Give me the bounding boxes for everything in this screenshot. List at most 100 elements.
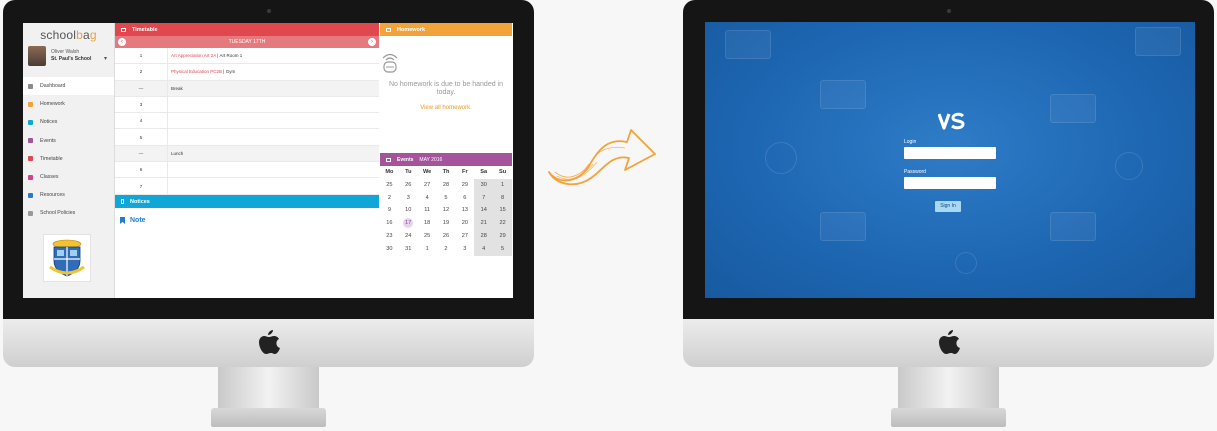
- class-link[interactable]: Physical Education PC2B: [171, 69, 222, 74]
- calendar-day[interactable]: 31: [399, 243, 418, 256]
- notices-icon: [121, 199, 124, 204]
- homework-icon: [28, 101, 33, 107]
- calendar-day[interactable]: 9: [380, 204, 399, 217]
- events-icon: [28, 138, 33, 144]
- sidebar-item-dashboard[interactable]: Dashboard: [23, 77, 114, 96]
- chevron-right-icon[interactable]: ›: [368, 38, 376, 46]
- calendar-day[interactable]: 28: [474, 229, 494, 243]
- calendar-day[interactable]: 16: [380, 217, 399, 230]
- sign-in-button[interactable]: Sign In: [935, 201, 961, 212]
- bookmark-icon: [120, 217, 125, 224]
- apple-logo-icon: [258, 330, 280, 354]
- calendar-day[interactable]: 21: [474, 217, 494, 230]
- calendar-day-header: Tu: [405, 169, 412, 175]
- calendar-day[interactable]: 25: [418, 230, 437, 243]
- calendar-day[interactable]: 26: [399, 179, 418, 192]
- timetable-icon: [28, 156, 33, 162]
- calendar-day[interactable]: 5: [437, 192, 456, 205]
- timetable-header: Timetable: [115, 23, 379, 36]
- user-profile[interactable]: Oliver Walsh St. Paul's School ▾: [23, 45, 114, 71]
- notices-panel: Notices Note: [115, 195, 379, 224]
- calendar-day[interactable]: 3: [455, 243, 474, 256]
- home-icon: [28, 83, 33, 89]
- calendar-day[interactable]: 14: [474, 204, 494, 218]
- calendar-day[interactable]: 8: [493, 191, 512, 205]
- calendar-day-header: Th: [442, 169, 450, 175]
- calendar-day[interactable]: 28: [437, 179, 456, 192]
- calendar-day[interactable]: 6: [455, 192, 474, 205]
- calendar-day[interactable]: 15: [493, 204, 512, 218]
- background-tile: [1135, 27, 1181, 56]
- class-link[interactable]: Art Appreciation Art 2A: [171, 53, 216, 58]
- homework-header: Homework: [380, 23, 512, 36]
- calendar-day-header: We: [422, 169, 432, 175]
- events-panel: Events MAY 2016 Mo Tu We Th Fr Sa Su 25 26 27 28 29 3…: [380, 153, 512, 256]
- vs-logo: [938, 112, 965, 130]
- calendar-day[interactable]: 3: [399, 192, 418, 205]
- no-homework-icon: [382, 53, 398, 73]
- events-calendar: Mo Tu We Th Fr Sa Su 25 26 27 28 29 30 1 2 3 4 5 6 7 8 9 10 11 1…: [380, 166, 512, 256]
- calendar-day[interactable]: 5: [493, 242, 512, 256]
- table-row: 6: [115, 161, 379, 179]
- calendar-day[interactable]: 20: [455, 217, 474, 230]
- calendar-day[interactable]: 7: [474, 191, 494, 205]
- calendar-day[interactable]: 4: [418, 192, 437, 205]
- view-all-homework-link[interactable]: View all homework.: [380, 105, 512, 111]
- school-crest: [43, 234, 91, 282]
- events-icon: [386, 157, 391, 162]
- calendar-day[interactable]: 22: [493, 217, 512, 230]
- calendar-day[interactable]: 1: [418, 243, 437, 256]
- calendar-day[interactable]: 26: [437, 230, 456, 243]
- calendar-day[interactable]: 11: [418, 204, 437, 217]
- homework-message: No homework is due to be handed in today…: [388, 81, 504, 96]
- imac-base: [891, 408, 1006, 427]
- calendar-day[interactable]: 29: [493, 229, 512, 243]
- calendar-day[interactable]: 18: [418, 217, 437, 230]
- calendar-day-header: Su: [498, 169, 507, 175]
- calendar-day[interactable]: 23: [380, 230, 399, 243]
- calendar-day[interactable]: 2: [437, 243, 456, 256]
- calendar-day[interactable]: 30: [474, 178, 494, 192]
- school-name: St. Paul's School: [51, 56, 92, 62]
- calendar-day[interactable]: 24: [399, 230, 418, 243]
- camera: [947, 9, 951, 13]
- background-tile: [1050, 212, 1096, 241]
- lock-icon: [28, 210, 33, 216]
- login-input[interactable]: [904, 147, 996, 159]
- sidebar-item-timetable[interactable]: Timetable: [23, 150, 114, 168]
- chevron-left-icon[interactable]: ‹: [118, 38, 126, 46]
- sidebar-nav: Dashboard Homework Notices Events Timeta…: [23, 77, 114, 223]
- timetable-panel: Timetable ‹ TUESDAY 17TH › 1 Art Apprecia…: [115, 23, 379, 298]
- login-screen: Login Password Sign In: [705, 22, 1195, 298]
- imac-stand: [898, 367, 999, 409]
- calendar-day[interactable]: 27: [418, 179, 437, 192]
- calendar-day[interactable]: 13: [455, 204, 474, 217]
- calendar-day[interactable]: 2: [380, 192, 399, 205]
- imac-chin: [3, 319, 534, 367]
- calendar-day[interactable]: 19: [437, 217, 456, 230]
- sidebar-item-resources[interactable]: Resources: [23, 186, 114, 204]
- calendar-day[interactable]: 4: [474, 242, 494, 256]
- sidebar-item-notices[interactable]: Notices: [23, 113, 114, 131]
- avatar: [28, 46, 46, 66]
- calendar-day[interactable]: 12: [437, 204, 456, 217]
- calendar-day[interactable]: 1: [493, 178, 512, 192]
- calendar-day-today[interactable]: 17: [399, 217, 418, 230]
- calendar-day[interactable]: 27: [455, 230, 474, 243]
- sidebar-item-homework[interactable]: Homework: [23, 95, 114, 113]
- notices-icon: [28, 119, 33, 125]
- sidebar-item-school-policies[interactable]: School Policies: [23, 204, 114, 222]
- password-input[interactable]: [904, 177, 996, 189]
- sidebar: schoolbag Oliver Walsh St. Paul's School…: [23, 23, 115, 298]
- note-item[interactable]: Note: [120, 217, 379, 224]
- calendar-day[interactable]: 30: [380, 243, 399, 256]
- timetable-table: 1 Art Appreciation Art 2A | Art Room 1 2P…: [115, 48, 379, 195]
- sidebar-item-classes[interactable]: Classes: [23, 168, 114, 186]
- calendar-day[interactable]: 10: [399, 204, 418, 217]
- sidebar-item-events[interactable]: Events: [23, 132, 114, 150]
- calendar-day[interactable]: 29: [455, 179, 474, 192]
- table-row: 3: [115, 96, 379, 114]
- chevron-down-icon[interactable]: ▾: [104, 55, 107, 62]
- calendar-day[interactable]: 25: [380, 179, 399, 192]
- calendar-day-header: Mo: [385, 169, 394, 175]
